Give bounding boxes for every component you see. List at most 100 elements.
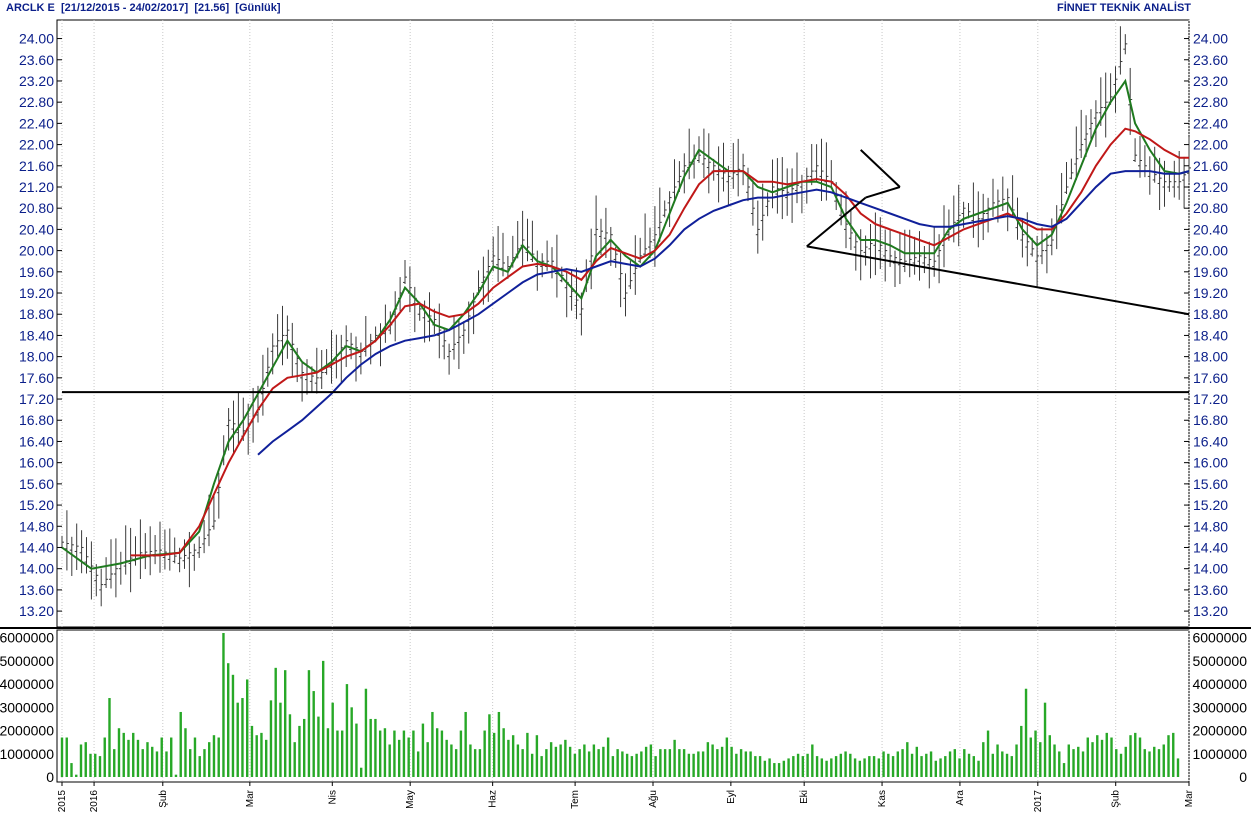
- volume-bar: [151, 746, 154, 777]
- volume-bar: [991, 753, 994, 777]
- volume-bar: [711, 744, 714, 777]
- y-tick-label: 13.60: [19, 582, 54, 598]
- volume-bar: [435, 728, 439, 777]
- volume-bar: [701, 751, 705, 777]
- volume-bar: [768, 758, 771, 777]
- y-tick-label: 13.20: [1193, 603, 1228, 619]
- price-panel-frame: [56, 19, 1190, 628]
- volume-bar: [516, 744, 520, 777]
- volume-tick-label: 2000000: [1192, 723, 1247, 739]
- volume-bar: [122, 732, 125, 777]
- volume-bar: [640, 751, 643, 777]
- volume-tick-label: 6000000: [0, 630, 54, 646]
- volume-bar: [421, 723, 425, 777]
- y-tick-label: 23.60: [1193, 52, 1228, 68]
- triangle-right: [865, 186, 901, 199]
- y-tick-label: 13.20: [19, 603, 54, 619]
- volume-bar: [170, 737, 173, 777]
- volume-bar: [948, 751, 952, 777]
- volume-bar: [668, 749, 672, 777]
- volume-bar: [317, 716, 320, 777]
- y-axis-left: 24.00 23.60 23.20 22.80 22.40 22.00 21.60 21.20…: [19, 31, 62, 619]
- volume-bar: [473, 749, 477, 777]
- volume-bar: [160, 737, 163, 777]
- volume-tick-label: 3000000: [1192, 699, 1247, 715]
- volume-bar: [1077, 746, 1080, 777]
- volume-bar: [953, 749, 956, 777]
- volume-bar: [497, 711, 501, 777]
- volume-bar: [141, 749, 144, 777]
- volume-tick-label: 2000000: [0, 723, 54, 739]
- y-tick-label: 24.00: [1193, 31, 1228, 47]
- volume-bar: [326, 728, 330, 777]
- volume-bar: [1134, 732, 1137, 777]
- volume-bar: [744, 751, 748, 777]
- x-tick-label: Mar: [245, 789, 256, 807]
- volume-bar: [806, 753, 809, 777]
- y-tick-label: 20.40: [19, 221, 54, 237]
- volume-tick-label: 4000000: [1192, 676, 1247, 692]
- volume-bar: [663, 749, 667, 777]
- drawn-lines: [62, 149, 1190, 394]
- volume-bar: [606, 737, 610, 777]
- y-tick-label: 18.00: [1193, 349, 1228, 365]
- volume-bar: [944, 756, 947, 777]
- volume-bar: [1020, 725, 1023, 777]
- volume-bar: [939, 758, 942, 777]
- volume-bar: [355, 723, 358, 777]
- volume-tick-label: 4000000: [0, 676, 54, 692]
- volume-bar: [478, 749, 482, 777]
- volume-bar: [887, 753, 890, 777]
- y-tick-label: 21.20: [1193, 179, 1228, 195]
- x-tick-label: 2015: [57, 790, 68, 813]
- volume-bar: [872, 756, 876, 777]
- volume-bar: [117, 728, 121, 777]
- y-tick-label: 16.80: [1193, 412, 1228, 428]
- ma-short-line: [61, 78, 1190, 570]
- y-tick-label: 19.60: [1193, 264, 1228, 280]
- x-tick-label: Tem: [570, 790, 581, 809]
- volume-bar: [388, 744, 391, 777]
- volume-bar: [1124, 746, 1127, 777]
- y-tick-label: 19.20: [1193, 285, 1228, 301]
- volume-bar: [725, 737, 729, 777]
- volume-bar: [1001, 751, 1004, 777]
- volume-bar: [1153, 746, 1156, 777]
- lower-trendline: [806, 245, 1190, 316]
- volume-bar: [208, 742, 211, 777]
- volume-bar: [184, 728, 187, 777]
- volume-tick-label: 5000000: [1192, 653, 1247, 669]
- volume-bar: [94, 753, 97, 777]
- y-tick-label: 22.00: [1193, 137, 1228, 153]
- volume-bar: [65, 737, 68, 777]
- ma-long-line: [257, 170, 1190, 456]
- volume-bar: [830, 758, 833, 777]
- volume-bar: [108, 698, 111, 777]
- volume-bar: [611, 756, 615, 777]
- volume-bar: [507, 739, 510, 777]
- volume-bar: [649, 744, 653, 777]
- volume-bar: [454, 749, 458, 777]
- price-volume-chart: 24.00 23.60 23.20 22.80 22.40 22.00 21.60 21.20…: [0, 19, 1251, 813]
- volume-bar: [901, 749, 904, 777]
- y-tick-label: 14.40: [1193, 539, 1228, 555]
- volume-bar: [312, 691, 315, 777]
- volume-bar: [336, 730, 339, 777]
- volume-bar: [412, 730, 415, 777]
- volume-bar: [839, 753, 843, 777]
- volume-bar: [1024, 688, 1028, 777]
- volume-bar: [198, 756, 201, 777]
- volume-bar: [706, 742, 710, 777]
- volume-bar: [307, 670, 311, 777]
- volume-bar: [1143, 749, 1146, 777]
- volume-bar: [697, 751, 700, 777]
- y-tick-label: 17.20: [19, 391, 54, 407]
- volume-bar: [397, 739, 401, 777]
- volume-bar: [445, 739, 448, 777]
- y-tick-label: 15.20: [1193, 497, 1228, 513]
- volume-bar: [583, 744, 586, 777]
- volume-bar: [739, 749, 743, 777]
- x-tick-label: May: [405, 790, 416, 809]
- volume-bar: [393, 730, 396, 777]
- volume-bar: [407, 737, 410, 777]
